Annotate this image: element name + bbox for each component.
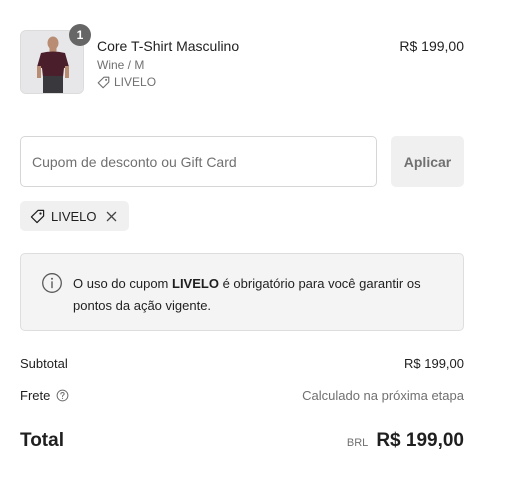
- shipping-label: Frete: [20, 388, 51, 403]
- tag-icon: [30, 209, 45, 223]
- quantity-badge: 1: [69, 24, 91, 46]
- coupon-notice: O uso do cupom LIVELO é obrigatório para…: [20, 253, 464, 331]
- shipping-value: Calculado na próxima etapa: [302, 388, 464, 403]
- product-discount-label: LIVELO: [114, 75, 157, 89]
- applied-discount-label: LIVELO: [51, 208, 97, 224]
- applied-discount-chip: LIVELO: [20, 201, 129, 231]
- subtotal-value: R$ 199,00: [404, 356, 464, 371]
- remove-discount-button[interactable]: [105, 209, 119, 223]
- help-icon[interactable]: [56, 389, 69, 402]
- product-price: R$ 199,00: [399, 38, 464, 54]
- shipping-row: Frete Calculado na próxima etapa: [20, 388, 464, 403]
- apply-coupon-button[interactable]: Aplicar: [391, 136, 464, 187]
- info-icon: [42, 273, 62, 293]
- total-row: Total BRL R$ 199,00: [20, 430, 464, 454]
- product-discount-tag: LIVELO: [97, 75, 156, 89]
- total-value: R$ 199,00: [376, 430, 464, 451]
- subtotal-label: Subtotal: [20, 356, 68, 371]
- subtotal-row: Subtotal R$ 199,00: [20, 356, 464, 371]
- total-amount: BRL R$ 199,00: [347, 430, 464, 452]
- cart-line-item: 1 Core T-Shirt Masculino Wine / M LIVELO…: [20, 24, 464, 94]
- notice-text-before: O uso do cupom: [73, 276, 172, 291]
- tag-icon: [97, 76, 110, 88]
- total-label: Total: [20, 430, 64, 451]
- currency-code: BRL: [346, 437, 369, 449]
- product-name: Core T-Shirt Masculino: [97, 38, 240, 54]
- notice-message: O uso do cupom LIVELO é obrigatório para…: [73, 273, 453, 317]
- notice-coupon-code: LIVELO: [172, 276, 219, 291]
- coupon-input[interactable]: [20, 136, 377, 187]
- close-icon: [106, 211, 117, 221]
- product-variant: Wine / M: [97, 58, 145, 72]
